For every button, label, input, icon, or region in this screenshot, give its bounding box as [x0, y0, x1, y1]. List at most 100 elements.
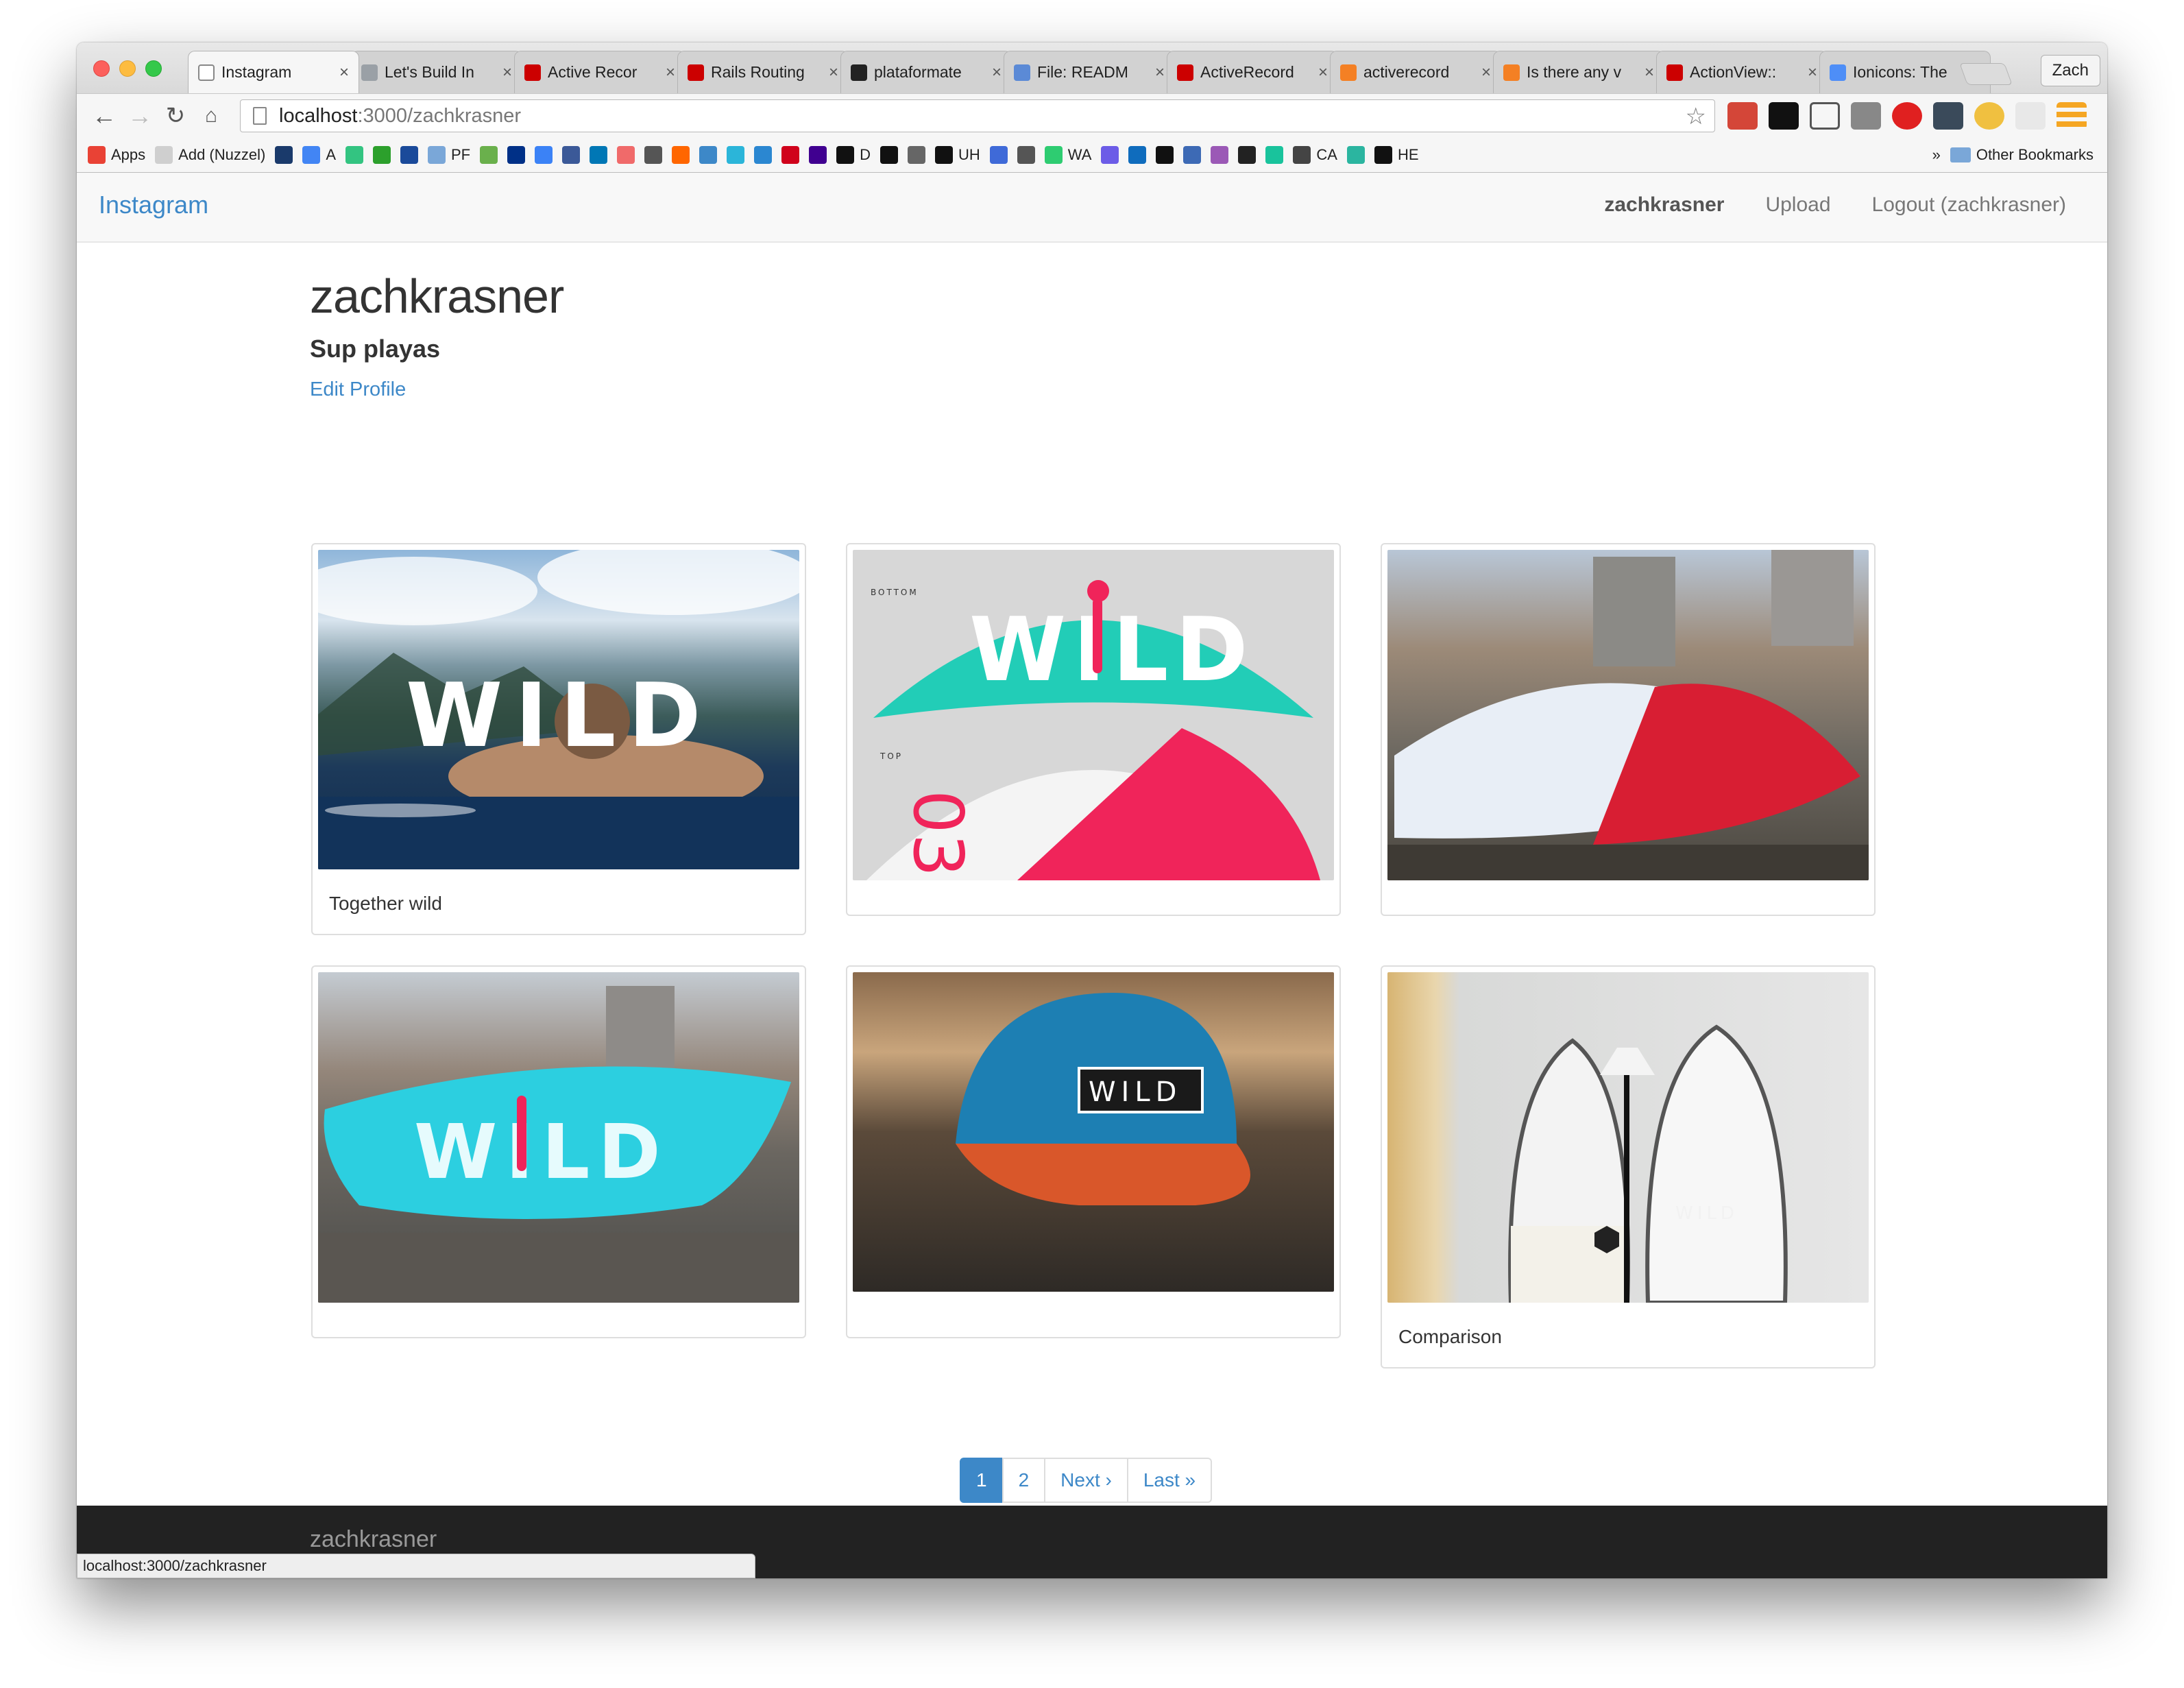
bookmark-item[interactable]	[809, 145, 827, 164]
bookmark-item[interactable]	[1156, 145, 1174, 164]
extension-r-icon[interactable]	[1851, 102, 1881, 130]
bookmark-item[interactable]: UH	[935, 145, 980, 164]
menu-icon[interactable]	[2056, 102, 2087, 130]
tab-close-icon[interactable]: ×	[1645, 63, 1654, 82]
bookmark-item[interactable]	[562, 145, 581, 164]
nav-logout-link[interactable]: Logout (zachkrasner)	[1872, 193, 2066, 217]
bookmark-item[interactable]: Add (Nuzzel)	[155, 145, 265, 164]
tab-close-icon[interactable]: ×	[992, 63, 1002, 82]
bookmark-item[interactable]: A	[302, 145, 336, 164]
cast-icon[interactable]	[1810, 102, 1840, 130]
bookmark-item[interactable]	[1017, 145, 1035, 164]
close-window-button[interactable]	[93, 60, 110, 77]
nav-profile-link[interactable]: zachkrasner	[1604, 193, 1724, 217]
tab-close-icon[interactable]: ×	[1318, 63, 1328, 82]
bookmark-item[interactable]: WA	[1044, 145, 1091, 164]
bookmarks-overflow-chevron-icon[interactable]: »	[1932, 146, 1941, 164]
bookmark-item[interactable]	[1265, 145, 1284, 164]
browser-tab[interactable]: ActionView:: ×	[1656, 51, 1828, 93]
back-arrow-icon[interactable]: ←	[89, 101, 119, 131]
bookmark-item[interactable]	[480, 145, 498, 164]
emoji-icon[interactable]	[1974, 102, 2004, 130]
gmail-icon[interactable]	[1727, 102, 1758, 130]
bookmark-item[interactable]	[781, 145, 800, 164]
bookmark-item[interactable]	[275, 145, 293, 164]
bookmark-item[interactable]: CA	[1293, 145, 1337, 164]
post-card[interactable]: WILD	[846, 965, 1341, 1338]
tab-close-icon[interactable]: ×	[1155, 63, 1165, 82]
bookmark-item[interactable]	[400, 145, 418, 164]
post-image[interactable]: BOTTOM WILD TOP 03	[853, 550, 1334, 880]
post-image[interactable]: WILD	[853, 972, 1334, 1292]
bookmark-item[interactable]	[507, 145, 526, 164]
page-2-button[interactable]: 2	[1002, 1458, 1046, 1503]
next-page-button[interactable]: Next ›	[1044, 1458, 1128, 1503]
bookmark-item[interactable]	[754, 145, 773, 164]
bookmark-item[interactable]	[535, 145, 553, 164]
post-card[interactable]: WILD Comparison	[1381, 965, 1876, 1369]
bookmark-item[interactable]: D	[836, 145, 871, 164]
last-page-button[interactable]: Last »	[1126, 1458, 1213, 1503]
tab-close-icon[interactable]: ×	[339, 63, 349, 82]
bookmark-item[interactable]	[373, 145, 391, 164]
zoom-window-button[interactable]	[145, 60, 162, 77]
other-bookmarks-folder[interactable]: Other Bookmarks	[1950, 146, 2094, 164]
post-card[interactable]	[1381, 543, 1876, 916]
bookmark-item[interactable]	[1211, 145, 1229, 164]
bookmark-item[interactable]	[1346, 145, 1365, 164]
browser-tab[interactable]: File: READM ×	[1004, 51, 1175, 93]
reload-icon[interactable]: ↻	[160, 101, 191, 131]
post-image[interactable]: WILD	[1387, 972, 1869, 1303]
bookmark-item[interactable]	[590, 145, 608, 164]
bookmark-item[interactable]: PF	[428, 145, 470, 164]
bookmark-item[interactable]: HE	[1374, 145, 1419, 164]
tab-close-icon[interactable]: ×	[502, 63, 512, 82]
home-icon[interactable]: ⌂	[196, 101, 226, 131]
tab-close-icon[interactable]: ×	[666, 63, 675, 82]
tab-close-icon[interactable]: ×	[1808, 63, 1817, 82]
browser-tab[interactable]: Let's Build In ×	[351, 51, 522, 93]
extension-blank-icon[interactable]	[2015, 102, 2046, 130]
bookmark-item[interactable]	[880, 145, 899, 164]
browser-tab[interactable]: Instagram ×	[188, 51, 359, 93]
bookmark-item[interactable]	[617, 145, 635, 164]
new-tab-button[interactable]	[1959, 63, 2013, 85]
bookmark-item[interactable]	[672, 145, 690, 164]
opera-icon[interactable]	[1892, 102, 1922, 130]
post-image[interactable]: WILD	[318, 972, 799, 1303]
tab-close-icon[interactable]: ×	[829, 63, 838, 82]
bookmark-star-icon[interactable]: ☆	[1686, 103, 1706, 130]
address-bar[interactable]: localhost:3000/zachkrasner ☆	[240, 99, 1715, 132]
browser-tab[interactable]: plataformate ×	[840, 51, 1012, 93]
brand-link[interactable]: Instagram	[99, 191, 208, 219]
browser-tab[interactable]: Active Recor ×	[514, 51, 685, 93]
bookmark-item[interactable]	[1238, 145, 1257, 164]
bookmark-item[interactable]	[699, 145, 718, 164]
post-image[interactable]	[1387, 550, 1869, 880]
post-card[interactable]: BOTTOM WILD TOP 03	[846, 543, 1341, 916]
tab-close-icon[interactable]: ×	[1481, 63, 1491, 82]
page-1-button[interactable]: 1	[960, 1458, 1004, 1503]
bookmark-item[interactable]	[345, 145, 363, 164]
bookmark-item[interactable]	[989, 145, 1008, 164]
bookmark-item[interactable]	[1128, 145, 1147, 164]
bookmark-item[interactable]	[1183, 145, 1202, 164]
nav-upload-link[interactable]: Upload	[1765, 193, 1830, 217]
profile-button[interactable]: Zach	[2040, 55, 2100, 86]
bookmark-item[interactable]	[1101, 145, 1119, 164]
bookmark-item[interactable]	[908, 145, 926, 164]
browser-tab[interactable]: ActiveRecord ×	[1167, 51, 1338, 93]
post-card[interactable]: WILD Together wild	[311, 543, 806, 935]
browser-tab[interactable]: activerecord ×	[1330, 51, 1501, 93]
browser-tab[interactable]: Rails Routing ×	[677, 51, 849, 93]
extension-icon[interactable]	[1769, 102, 1799, 130]
bookmark-item[interactable]: Apps	[88, 145, 145, 164]
post-image[interactable]: WILD	[318, 550, 799, 869]
minimize-window-button[interactable]	[119, 60, 136, 77]
bookmark-item[interactable]	[727, 145, 745, 164]
extension-counter-icon[interactable]	[1933, 102, 1963, 130]
edit-profile-link[interactable]: Edit Profile	[310, 378, 406, 401]
post-card[interactable]: WILD	[311, 965, 806, 1338]
bookmark-item[interactable]	[644, 145, 663, 164]
browser-tab[interactable]: Is there any v ×	[1493, 51, 1664, 93]
